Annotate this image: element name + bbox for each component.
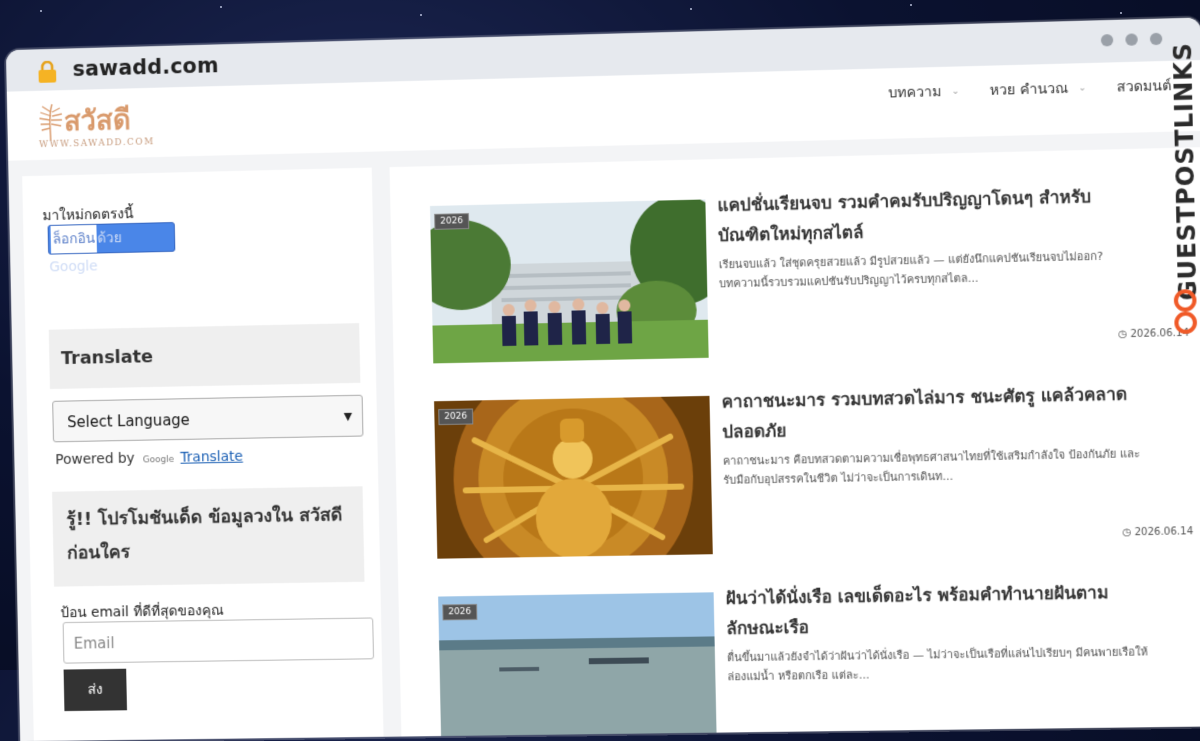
chevron-down-icon: ⌄ [1078,83,1086,93]
sidebar: มาใหม่กดตรงนี้ ล็อกอิน ด้วย Google Transl… [22,168,384,741]
google-mini-logo: Google [143,455,174,465]
select-value: Select Language [67,411,190,431]
powered-by-text: Powered by [55,451,135,468]
subscribe-button[interactable]: ส่ง [64,669,127,711]
post-thumbnail[interactable]: 2026 [434,396,713,559]
post-date-text: 2026.06.14 [1134,526,1193,538]
chain-link-icon [1172,287,1200,338]
browser-window: sawadd.com สวัสดี WWW.SAWADD.COM บทความ … [1,0,1200,678]
river-boat-photo [438,592,717,741]
year-badge: 2026 [442,604,477,620]
year-badge: 2026 [434,213,469,230]
golden-buddha-photo [434,396,713,559]
google-login-highlight: ล็อกอิน [50,225,97,254]
email-field[interactable]: Email [63,617,374,663]
nav-item-articles[interactable]: บทความ ⌄ [888,81,959,105]
post-date: ◷ 2026.06.14 [1122,526,1193,538]
logo-subtitle: WWW.SAWADD.COM [39,137,155,150]
post-title[interactable]: ฝันว่าได้นั่งเรือ เลขเด็ดอะไร พร้อมคำทำน… [725,577,1152,644]
nav-item-lottery[interactable]: หวย คำนวณ ⌄ [989,77,1086,102]
graduation-photo [430,199,709,363]
nav-label: บทความ [888,81,942,105]
window-dot[interactable] [1101,34,1114,46]
watermark-text: GUESTPOSTLINKS [1168,42,1200,301]
clock-icon: ◷ [1118,329,1127,340]
translate-link[interactable]: Translate [180,449,243,466]
post-card[interactable]: 2026 คาถาชนะมาร รวมบทสวดไล่มาร ชนะศัตรู … [434,386,1200,571]
google-login-button[interactable]: ล็อกอิน ด้วย Google [48,222,176,255]
nav-item-prayer[interactable]: สวดมนต์ [1117,75,1172,99]
post-excerpt: เรียนจบแล้ว ใส่ชุดครุยสวยแล้ว มีรูปสวยแล… [719,246,1145,294]
language-select[interactable]: Select Language ▼ [52,395,363,443]
site-logo[interactable]: สวัสดี WWW.SAWADD.COM [36,95,174,154]
main-nav: บทความ ⌄ หวย คำนวณ ⌄ สวดมนต์ [888,74,1200,104]
leaf-icon [36,102,64,142]
post-excerpt: ตื่นขึ้นมาแล้วยังจำได้ว่าฝันว่าได้นั่งเร… [727,642,1154,686]
post-card[interactable]: 2026 ฝันว่าได้นั่งเรือ เลขเด็ดอะไร พร้อม… [438,584,1200,741]
address-bar-url[interactable]: sawadd.com [72,53,219,81]
post-title[interactable]: คาถาชนะมาร รวมบทสวดไล่มาร ชนะศัตรู แคล้ว… [721,379,1148,448]
post-card[interactable]: 2026 แคปชั่นเรียนจบ รวมคำคมรับปริญญาโดนๆ… [430,187,1200,375]
nav-label: หวย คำนวณ [989,78,1068,102]
promo-widget-title: รู้!! โปรโมชันเด็ด ข้อมูลวงใน สวัสดี ก่อ… [52,486,364,586]
post-excerpt: คาถาชนะมาร คือบทสวดตามความเชื่อพุทธศาสนา… [723,444,1149,490]
window-frame: sawadd.com สวัสดี WWW.SAWADD.COM บทความ … [6,17,1200,741]
translate-widget-title: Translate [49,323,361,389]
window-dot[interactable] [1150,33,1163,45]
post-list: 2026 แคปชั่นเรียนจบ รวมคำคมรับปริญญาโดนๆ… [390,147,1200,741]
lock-icon [37,61,57,83]
year-badge: 2026 [438,408,473,425]
logo-text: สวัสดี [64,98,131,143]
post-title[interactable]: แคปชั่นเรียนจบ รวมคำคมรับปริญญาโดนๆ สำหร… [717,181,1144,251]
chevron-down-icon: ⌄ [951,87,959,97]
window-controls [1101,33,1163,47]
chevron-down-icon: ▼ [343,396,352,438]
clock-icon: ◷ [1122,527,1131,538]
page: สวัสดี WWW.SAWADD.COM บทความ ⌄ หวย คำนวณ… [7,60,1200,741]
window-dot[interactable] [1125,33,1138,45]
powered-by-translate: Powered by Google Translate [55,449,243,468]
nav-label: สวดมนต์ [1117,75,1172,99]
post-thumbnail[interactable]: 2026 [438,592,717,741]
post-thumbnail[interactable]: 2026 [430,199,709,363]
